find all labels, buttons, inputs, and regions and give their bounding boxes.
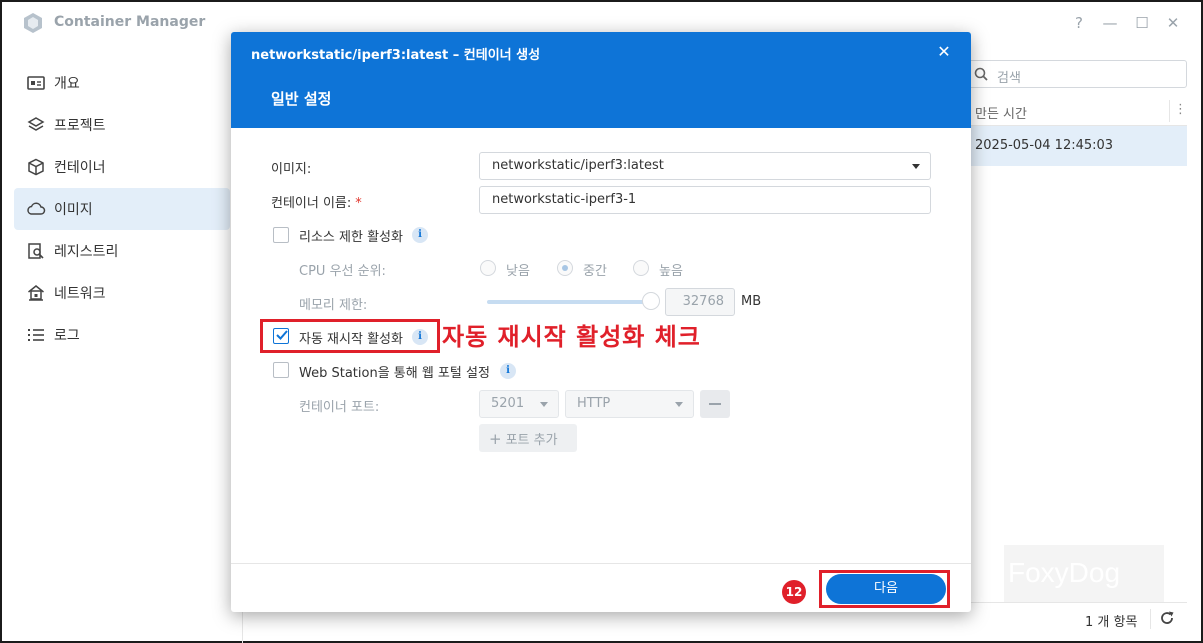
list-icon [26, 325, 46, 345]
table-row[interactable]: 2025-05-04 12:45:03 [962, 126, 1187, 166]
sidebar-item-network[interactable]: 네트워크 [14, 272, 230, 314]
add-port-button[interactable]: + 포트 추가 [479, 424, 577, 452]
registry-search-icon [26, 241, 46, 261]
container-port-label: 컨테이너 포트: [299, 400, 380, 415]
watermark-text: FoxyDog [1008, 557, 1121, 588]
protocol-select-value: HTTP [577, 396, 611, 411]
sidebar: 개요 프로젝트 컨테이너 이미지 레지스트리 네트워크 로그 [14, 62, 230, 356]
cpu-radio-low[interactable] [480, 260, 496, 276]
help-icon[interactable]: ? [1070, 14, 1088, 32]
image-select[interactable]: networkstatic/iperf3:latest [479, 152, 931, 180]
sidebar-item-overview[interactable]: 개요 [14, 62, 230, 104]
chevron-down-icon [675, 402, 683, 407]
cpu-radio-high[interactable] [633, 260, 649, 276]
cpu-priority-label: CPU 우선 순위: [299, 264, 386, 279]
sidebar-item-log[interactable]: 로그 [14, 314, 230, 356]
resource-limit-checkbox[interactable] [273, 227, 289, 243]
column-created-time: 만든 시간 [975, 107, 1027, 122]
chevron-down-icon [540, 402, 548, 407]
row-created-time: 2025-05-04 12:45:03 [975, 138, 1114, 153]
port-select-value: 5201 [491, 396, 525, 411]
watermark: FoxyDog [1004, 545, 1164, 603]
table-footer: 1 개 항목 [952, 602, 1187, 634]
cloud-icon [26, 199, 46, 219]
sidebar-item-label: 컨테이너 [54, 160, 106, 176]
column-menu-icon[interactable]: ⋮ [1174, 102, 1187, 117]
table-column-header[interactable]: 만든 시간 ⋮ [962, 96, 1187, 126]
sidebar-item-label: 개요 [54, 76, 80, 92]
overview-icon [26, 73, 46, 93]
resource-limit-label: 리소스 제한 활성화 [299, 230, 403, 245]
refresh-icon[interactable] [1159, 610, 1175, 626]
sidebar-item-label: 네트워크 [54, 286, 106, 302]
memory-slider-track[interactable] [487, 300, 653, 304]
remove-port-button[interactable] [700, 390, 730, 418]
add-port-label: 포트 추가 [505, 433, 558, 448]
sidebar-item-label: 레지스트리 [54, 244, 119, 260]
sidebar-item-label: 프로젝트 [54, 118, 106, 134]
web-station-label: Web Station을 통해 웹 포털 설정 [299, 366, 490, 381]
network-home-icon [26, 283, 46, 303]
image-label: 이미지: [271, 162, 312, 177]
minimize-icon[interactable]: — [1101, 14, 1119, 32]
dialog-subtitle: 일반 설정 [271, 90, 332, 108]
dialog-header: networkstatic/iperf3:latest – 컨테이너 생성 ✕ … [231, 32, 971, 128]
container-name-value: networkstatic-iperf3-1 [492, 192, 637, 207]
memory-value: 32768 [682, 294, 724, 309]
memory-input[interactable]: 32768 [665, 288, 735, 316]
container-manager-logo-icon [24, 13, 42, 33]
annotation-highlight-next-button [819, 570, 950, 608]
sidebar-item-project[interactable]: 프로젝트 [14, 104, 230, 146]
app-title: Container Manager [54, 14, 206, 30]
image-select-value: networkstatic/iperf3:latest [492, 158, 664, 173]
item-count: 1 개 항목 [1085, 615, 1138, 630]
annotation-step-badge: 12 [782, 580, 806, 604]
container-name-label-text: 컨테이너 이름: [271, 196, 352, 211]
memory-limit-label: 메모리 제한: [299, 298, 368, 313]
info-icon[interactable]: i [412, 227, 428, 243]
memory-slider-handle[interactable] [642, 292, 660, 310]
cpu-option-medium: 중간 [583, 264, 607, 279]
layers-icon [26, 115, 46, 135]
sidebar-item-image[interactable]: 이미지 [14, 188, 230, 230]
sidebar-item-registry[interactable]: 레지스트리 [14, 230, 230, 272]
cpu-radio-medium[interactable] [557, 260, 573, 276]
annotation-auto-restart-note: 자동 재시작 활성화 체크 [442, 323, 701, 351]
dialog-footer-divider [231, 563, 971, 564]
search-placeholder: 검색 [997, 71, 1021, 86]
memory-unit: MB [741, 294, 762, 309]
dialog-title: networkstatic/iperf3:latest – 컨테이너 생성 [251, 48, 541, 63]
column-separator [1169, 100, 1170, 122]
sidebar-item-label: 이미지 [54, 202, 93, 218]
close-icon[interactable]: ✕ [935, 42, 953, 61]
maximize-icon[interactable]: ☐ [1133, 14, 1151, 32]
info-icon[interactable]: i [500, 363, 516, 379]
container-name-label: 컨테이너 이름: * [271, 192, 362, 211]
plus-icon: + [489, 430, 502, 448]
sidebar-item-container[interactable]: 컨테이너 [14, 146, 230, 188]
required-mark: * [355, 196, 362, 211]
cube-icon [26, 157, 46, 177]
cpu-option-high: 높음 [659, 264, 683, 279]
search-icon [974, 67, 988, 81]
protocol-select[interactable]: HTTP [565, 390, 694, 418]
annotation-highlight-auto-restart [260, 319, 440, 353]
port-select[interactable]: 5201 [479, 390, 559, 418]
container-name-input[interactable]: networkstatic-iperf3-1 [479, 186, 931, 214]
footer-separator [1150, 609, 1151, 629]
sidebar-item-label: 로그 [54, 328, 80, 344]
search-input[interactable]: 검색 [962, 60, 1187, 88]
web-station-checkbox[interactable] [273, 362, 289, 378]
chevron-down-icon [912, 164, 920, 169]
close-window-icon[interactable]: ✕ [1164, 14, 1182, 32]
cpu-option-low: 낮음 [506, 264, 530, 279]
